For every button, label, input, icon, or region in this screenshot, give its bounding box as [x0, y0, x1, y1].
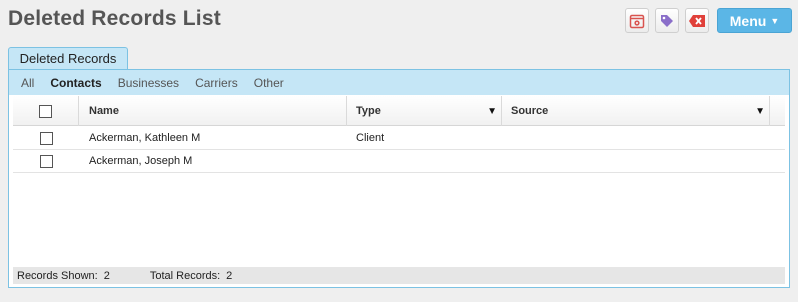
records-shown-label: Records Shown: — [17, 269, 98, 282]
filter-bar: All Contacts Businesses Carriers Other — [9, 70, 789, 95]
column-header-type[interactable]: Type ▼ — [347, 96, 502, 126]
filter-other[interactable]: Other — [254, 76, 284, 90]
delete-tag-icon — [689, 14, 705, 27]
column-header-name-label: Name — [89, 105, 119, 117]
row-checkbox[interactable] — [39, 131, 53, 145]
filter-contacts[interactable]: Contacts — [50, 76, 101, 90]
menu-button-label: Menu — [729, 12, 767, 29]
row-checkbox-cell — [13, 127, 79, 149]
toolbar: Menu ▼ — [619, 8, 792, 33]
chevron-down-icon: ▼ — [770, 15, 780, 26]
table-row[interactable]: Ackerman, Joseph M — [13, 150, 785, 173]
column-header-name[interactable]: Name — [79, 96, 347, 126]
grid-footer: Records Shown: 2 Total Records: 2 — [13, 267, 785, 284]
row-checkbox-cell — [13, 150, 79, 172]
tag-button[interactable] — [655, 8, 679, 33]
column-header-source-label: Source — [511, 105, 549, 117]
cell-name: Ackerman, Kathleen M — [89, 132, 201, 144]
row-checkbox[interactable] — [39, 154, 53, 168]
grid-rows: Ackerman, Kathleen M Client Ackerman, Jo… — [13, 127, 785, 173]
menu-button[interactable]: Menu ▼ — [717, 8, 792, 33]
calendar-settings-icon — [629, 14, 645, 28]
records-shown: Records Shown: 2 — [17, 270, 110, 282]
filter-icon[interactable]: ▼ — [755, 106, 765, 117]
total-records-value: 2 — [226, 269, 233, 282]
filter-all[interactable]: All — [21, 76, 34, 90]
select-all-checkbox[interactable] — [39, 104, 52, 118]
grid-header: Name Type ▼ Source ▼ — [13, 96, 785, 126]
table-row[interactable]: Ackerman, Kathleen M Client — [13, 127, 785, 150]
column-header-type-label: Type — [356, 105, 381, 117]
select-all-cell — [13, 96, 79, 126]
records-shown-value: 2 — [103, 269, 110, 282]
total-records: Total Records: 2 — [150, 270, 232, 282]
page-title: Deleted Records List — [8, 7, 221, 30]
filter-icon[interactable]: ▼ — [487, 106, 497, 117]
total-records-label: Total Records: — [149, 269, 221, 282]
records-panel: All Contacts Businesses Carriers Other N… — [8, 69, 790, 288]
filter-businesses[interactable]: Businesses — [118, 76, 179, 90]
cell-name: Ackerman, Joseph M — [89, 155, 193, 167]
filter-carriers[interactable]: Carriers — [195, 76, 238, 90]
cell-type: Client — [356, 132, 385, 144]
calendar-settings-button[interactable] — [625, 8, 649, 33]
tab-deleted-records[interactable]: Deleted Records — [8, 47, 128, 70]
column-header-source[interactable]: Source ▼ — [502, 96, 770, 126]
delete-tag-button[interactable] — [685, 8, 709, 33]
tag-icon — [661, 14, 673, 27]
